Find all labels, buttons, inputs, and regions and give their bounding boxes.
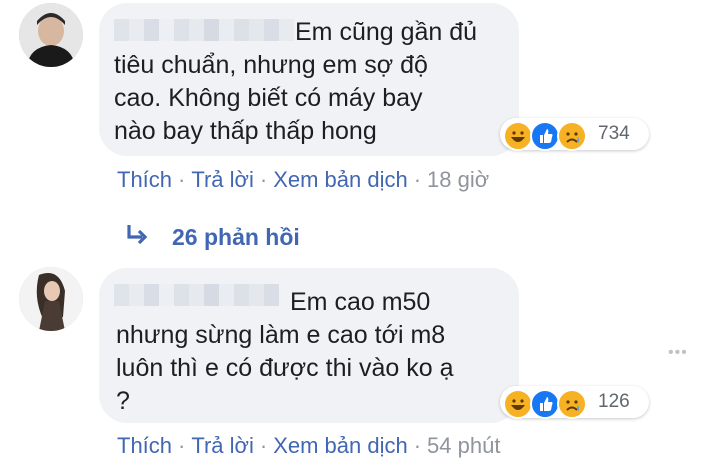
comment-bubble: Em cũng gần đủ tiêu chuẩn, nhưng em sợ đ… (99, 3, 519, 156)
blurred-username (114, 284, 279, 306)
comment-bubble: Em cao m50 nhưng sừng làm e cao tới m8 l… (99, 268, 519, 423)
haha-icon (503, 121, 533, 151)
separator: · (413, 167, 422, 192)
reaction-count: 126 (598, 391, 630, 412)
haha-icon (503, 389, 533, 419)
reply-link[interactable]: Trả lời (191, 433, 254, 458)
comment-text: tiêu chuẩn, nhưng em sợ độ cao. Không bi… (114, 51, 428, 145)
separator: · (413, 433, 422, 458)
comment-actions: Thích · Trả lời · Xem bản dịch · 18 giờ (117, 167, 489, 193)
like-link[interactable]: Thích (117, 167, 172, 192)
like-icon (530, 389, 560, 419)
translate-link[interactable]: Xem bản dịch (273, 167, 408, 192)
separator: · (178, 433, 186, 458)
commenter-avatar[interactable] (19, 267, 83, 331)
like-icon (530, 121, 560, 151)
view-replies-link[interactable]: 26 phản hồi (126, 223, 300, 251)
separator: · (178, 167, 186, 192)
sad-icon (557, 121, 587, 151)
timestamp[interactable]: 54 phút (427, 433, 500, 458)
commenter-avatar[interactable] (19, 3, 83, 67)
blurred-username (114, 19, 294, 41)
reactions-summary[interactable]: 126 (500, 386, 649, 419)
comment-first-line: Em cao m50 (290, 288, 431, 316)
timestamp[interactable]: 18 giờ (427, 167, 489, 192)
separator: · (259, 433, 268, 458)
comment-first-line: Em cũng gần đủ (295, 18, 478, 46)
sad-icon (557, 389, 587, 419)
reactions-summary[interactable]: 734 (500, 118, 649, 151)
more-options-icon[interactable]: ••• (668, 344, 688, 362)
like-link[interactable]: Thích (117, 433, 172, 458)
replies-label: 26 phản hồi (172, 223, 300, 250)
comment-actions: Thích · Trả lời · Xem bản dịch · 54 phút (117, 433, 500, 459)
reaction-count: 734 (598, 123, 630, 144)
comment-text: nhưng sừng làm e cao tới m8 luôn thì e c… (116, 321, 454, 415)
translate-link[interactable]: Xem bản dịch (273, 433, 408, 458)
separator: · (259, 167, 268, 192)
reply-link[interactable]: Trả lời (191, 167, 254, 192)
reply-arrow-icon (126, 223, 150, 251)
